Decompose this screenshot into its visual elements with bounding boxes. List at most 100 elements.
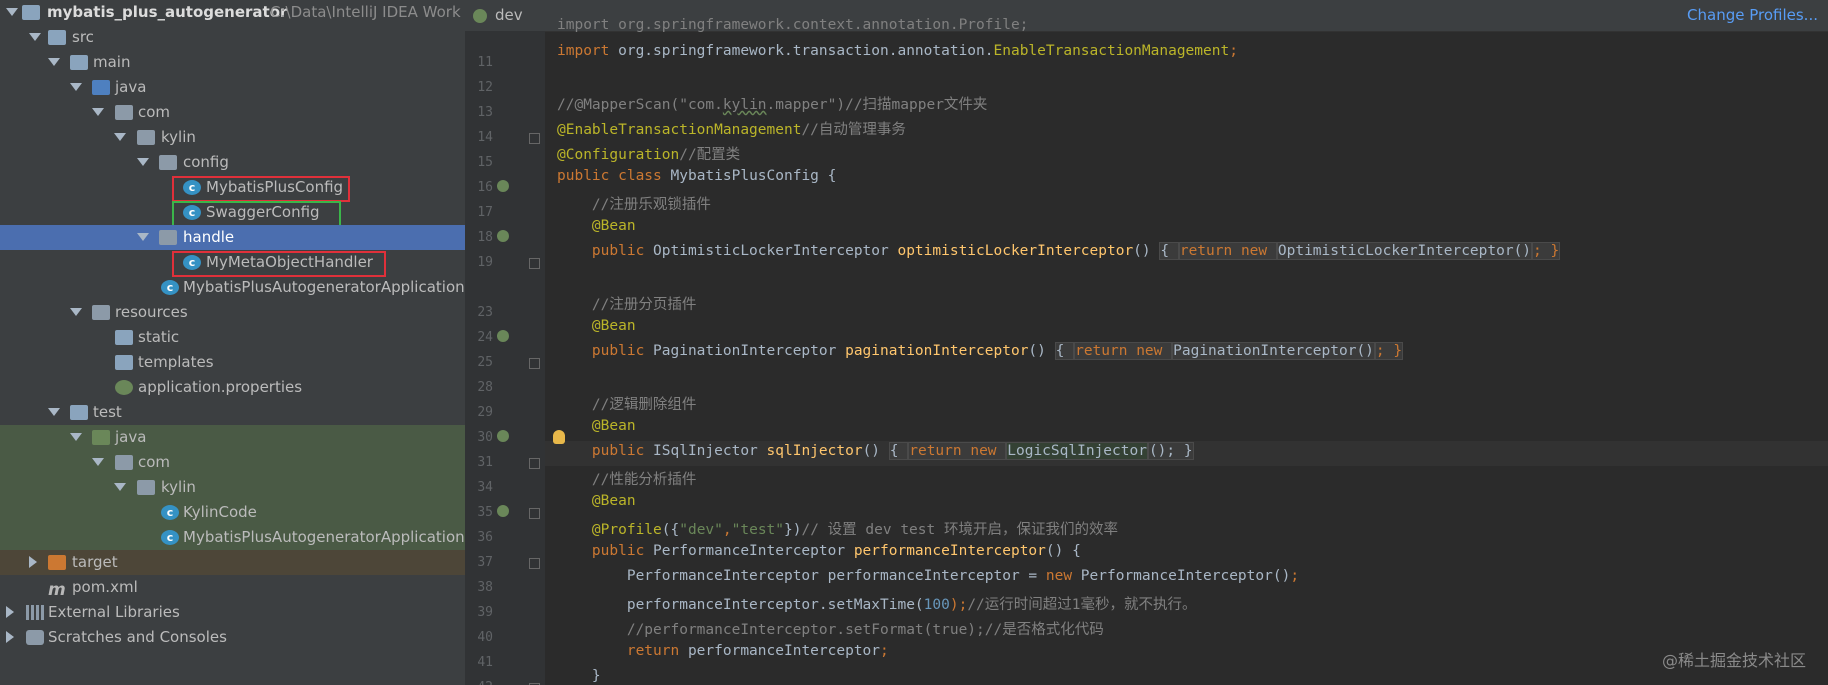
- code-line[interactable]: PerformanceInterceptor performanceInterc…: [557, 568, 1299, 593]
- tree-item-scratches[interactable]: Scratches and Consoles: [0, 625, 465, 650]
- tree-item-static[interactable]: static: [0, 325, 465, 350]
- line-number: 30: [477, 430, 493, 445]
- tree-item-pom[interactable]: m pom.xml: [0, 575, 465, 600]
- tree-item-templates[interactable]: templates: [0, 350, 465, 375]
- chevron-down-icon[interactable]: [70, 308, 82, 316]
- code-line[interactable]: @Bean: [557, 318, 636, 343]
- spring-bean-gutter-icon[interactable]: [497, 505, 509, 517]
- tree-item-test-java[interactable]: java: [0, 425, 465, 450]
- code-text: ISqlInjector: [653, 443, 767, 459]
- maven-icon: m: [48, 580, 66, 600]
- tree-label: java: [115, 428, 147, 446]
- spring-bean-gutter-icon[interactable]: [497, 430, 509, 442]
- chevron-down-icon[interactable]: [29, 33, 41, 41]
- spring-bean-gutter-icon[interactable]: [497, 230, 509, 242]
- chevron-down-icon[interactable]: [6, 8, 18, 16]
- code-folded[interactable]: {: [1159, 242, 1179, 260]
- tree-item-src[interactable]: src: [0, 25, 465, 50]
- code-line[interactable]: import org.springframework.transaction.a…: [557, 43, 1238, 68]
- chevron-down-icon[interactable]: [114, 483, 126, 491]
- tree-item-application-properties[interactable]: application.properties: [0, 375, 465, 400]
- code-text: }): [784, 522, 802, 538]
- code-line[interactable]: //@MapperScan("com.kylin.mapper")//扫描map…: [557, 93, 987, 118]
- code-line[interactable]: //performanceInterceptor.setFormat(true)…: [557, 618, 1104, 643]
- code-line[interactable]: @Bean: [557, 493, 636, 518]
- tree-item-swaggerconfig[interactable]: c SwaggerConfig: [0, 200, 465, 227]
- code-folded[interactable]: {: [888, 442, 909, 460]
- tree-item-test[interactable]: test: [0, 400, 465, 425]
- tree-item-handle[interactable]: handle: [0, 225, 465, 250]
- chevron-down-icon[interactable]: [48, 408, 60, 416]
- tree-item-config[interactable]: config: [0, 150, 465, 175]
- chevron-right-icon[interactable]: [29, 556, 37, 568]
- code-line[interactable]: performanceInterceptor.setMaxTime(100);/…: [557, 593, 1197, 618]
- fold-marker-icon[interactable]: [529, 458, 540, 469]
- code-line[interactable]: return performanceInterceptor;: [557, 643, 889, 668]
- line-number: 14: [477, 130, 493, 145]
- fold-marker-icon[interactable]: [529, 508, 540, 519]
- chevron-down-icon[interactable]: [48, 58, 60, 66]
- line-number: 38: [477, 580, 493, 595]
- code-line[interactable]: //注册乐观锁插件: [557, 193, 711, 218]
- code-line[interactable]: //注册分页插件: [557, 293, 696, 318]
- code-line[interactable]: @Bean: [557, 218, 636, 243]
- package-icon: [159, 230, 177, 245]
- code-line[interactable]: @Configuration//配置类: [557, 143, 740, 168]
- chevron-down-icon[interactable]: [137, 158, 149, 166]
- code-line[interactable]: //逻辑删除组件: [557, 393, 696, 418]
- tab-dev[interactable]: dev: [473, 6, 523, 24]
- code-line[interactable]: public ISqlInjector sqlInjector() { retu…: [557, 442, 1194, 468]
- tree-item-kylincode[interactable]: c KylinCode: [0, 500, 465, 525]
- tree-label: application.properties: [138, 378, 303, 396]
- tree-item-test-kylin[interactable]: kylin: [0, 475, 465, 500]
- chevron-down-icon[interactable]: [137, 233, 149, 241]
- tree-root[interactable]: mybatis_plus_autogenerator C:\Data\Intel…: [0, 0, 465, 25]
- code-keyword: return new: [1178, 242, 1277, 260]
- code-keyword: public class: [557, 168, 671, 184]
- tree-item-test-com[interactable]: com: [0, 450, 465, 475]
- code-line[interactable]: public OptimisticLockerInterceptor optim…: [557, 242, 1561, 268]
- chevron-down-icon[interactable]: [92, 458, 104, 466]
- tree-item-main[interactable]: main: [0, 50, 465, 75]
- code-line[interactable]: import org.springframework.context.annot…: [557, 17, 1028, 42]
- chevron-down-icon[interactable]: [92, 108, 104, 116]
- tree-item-application-test[interactable]: c MybatisPlusAutogeneratorApplication: [0, 525, 465, 550]
- spring-bean-gutter-icon[interactable]: [497, 180, 509, 192]
- code-line[interactable]: @Bean: [557, 418, 636, 443]
- code-line[interactable]: //性能分析插件: [557, 468, 696, 493]
- fold-marker-icon[interactable]: [529, 558, 540, 569]
- tree-item-external-libraries[interactable]: External Libraries: [0, 600, 465, 625]
- code-folded[interactable]: {: [1054, 342, 1075, 360]
- fold-marker-icon[interactable]: [529, 133, 540, 144]
- tree-item-mybatisplusconfig[interactable]: c MybatisPlusConfig: [0, 175, 465, 202]
- change-profiles-link[interactable]: Change Profiles...: [1687, 6, 1818, 24]
- code-line[interactable]: @Profile({"dev","test"})// 设置 dev test 环…: [557, 518, 1118, 543]
- spring-bean-gutter-icon[interactable]: [497, 330, 509, 342]
- tree-item-resources[interactable]: resources: [0, 300, 465, 325]
- code-line[interactable]: public class MybatisPlusConfig {: [557, 168, 836, 193]
- chevron-right-icon[interactable]: [6, 606, 14, 618]
- code-editor[interactable]: dev Change Profiles... 11 12 13 14 15 16…: [465, 0, 1828, 685]
- tree-item-com[interactable]: com: [0, 100, 465, 125]
- tab-label: dev: [495, 6, 523, 24]
- tree-item-application-main[interactable]: c MybatisPlusAutogeneratorApplication: [0, 275, 465, 300]
- code-line[interactable]: }: [557, 668, 601, 685]
- chevron-down-icon[interactable]: [70, 83, 82, 91]
- chevron-down-icon[interactable]: [70, 433, 82, 441]
- code-text: (): [1133, 243, 1160, 259]
- code-line[interactable]: @EnableTransactionManagement//自动管理事务: [557, 118, 906, 143]
- fold-marker-icon[interactable]: [529, 358, 540, 369]
- tree-item-mymetaobjecthandler[interactable]: c MyMetaObjectHandler: [0, 250, 465, 277]
- code-line[interactable]: public PaginationInterceptor paginationI…: [557, 342, 1404, 368]
- tree-label: com: [138, 453, 171, 471]
- chevron-right-icon[interactable]: [6, 631, 14, 643]
- tree-item-target[interactable]: target: [0, 550, 465, 575]
- code-punct: ;: [1290, 568, 1300, 584]
- tree-item-kylin[interactable]: kylin: [0, 125, 465, 150]
- tree-item-java[interactable]: java: [0, 75, 465, 100]
- chevron-down-icon[interactable]: [114, 133, 126, 141]
- code-line[interactable]: public PerformanceInterceptor performanc…: [557, 543, 1081, 568]
- fold-marker-icon[interactable]: [529, 258, 540, 269]
- tree-label: config: [183, 153, 229, 171]
- code-annotation: @Configuration: [557, 147, 680, 163]
